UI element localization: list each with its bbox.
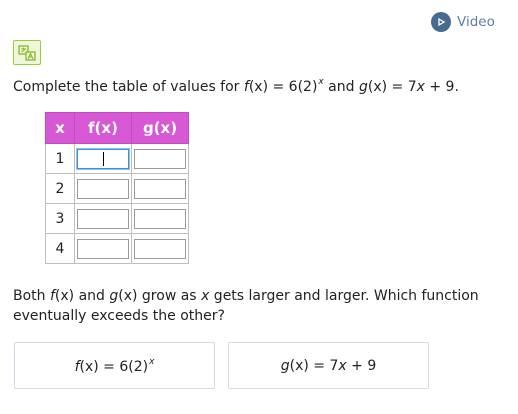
g-input-row-3[interactable]: [134, 208, 186, 229]
choice-f-label: f(x) = 6(2)x: [74, 356, 155, 375]
question-text: Complete the table of values for f(x) = …: [13, 77, 459, 95]
choice-f-button[interactable]: f(x) = 6(2)x: [14, 342, 215, 389]
x-value: 3: [45, 203, 75, 234]
f-input-row-2[interactable]: [77, 178, 129, 199]
table-row: 2: [45, 173, 189, 204]
g-input-row-4[interactable]: [134, 238, 186, 259]
values-table: x f(x) g(x) 1 2 3 4: [45, 112, 189, 264]
header-f: f(x): [74, 112, 132, 144]
header-g: g(x): [131, 112, 189, 144]
video-link[interactable]: Video: [431, 12, 495, 32]
choice-g-button[interactable]: g(x) = 7x + 9: [228, 342, 429, 389]
x-value: 4: [45, 233, 75, 264]
x-value: 2: [45, 173, 75, 204]
table-header-row: x f(x) g(x): [45, 112, 189, 144]
followup-question: Both f(x) and g(x) grow as x gets larger…: [13, 288, 479, 324]
translate-button[interactable]: [13, 40, 41, 65]
table-row: 4: [45, 233, 189, 264]
table-row: 3: [45, 203, 189, 234]
video-label: Video: [457, 14, 495, 30]
table-row: 1: [45, 143, 189, 174]
choice-g-label: g(x) = 7x + 9: [280, 357, 377, 374]
header-x: x: [45, 112, 75, 144]
text-caret: [102, 151, 104, 166]
translate-icon: [18, 44, 36, 61]
f-input-row-3[interactable]: [77, 208, 129, 229]
g-input-row-2[interactable]: [134, 178, 186, 199]
f-input-row-1[interactable]: [77, 148, 129, 169]
x-value: 1: [45, 143, 75, 174]
f-input-row-4[interactable]: [77, 238, 129, 259]
g-input-row-1[interactable]: [134, 148, 186, 169]
play-icon: [431, 12, 451, 32]
